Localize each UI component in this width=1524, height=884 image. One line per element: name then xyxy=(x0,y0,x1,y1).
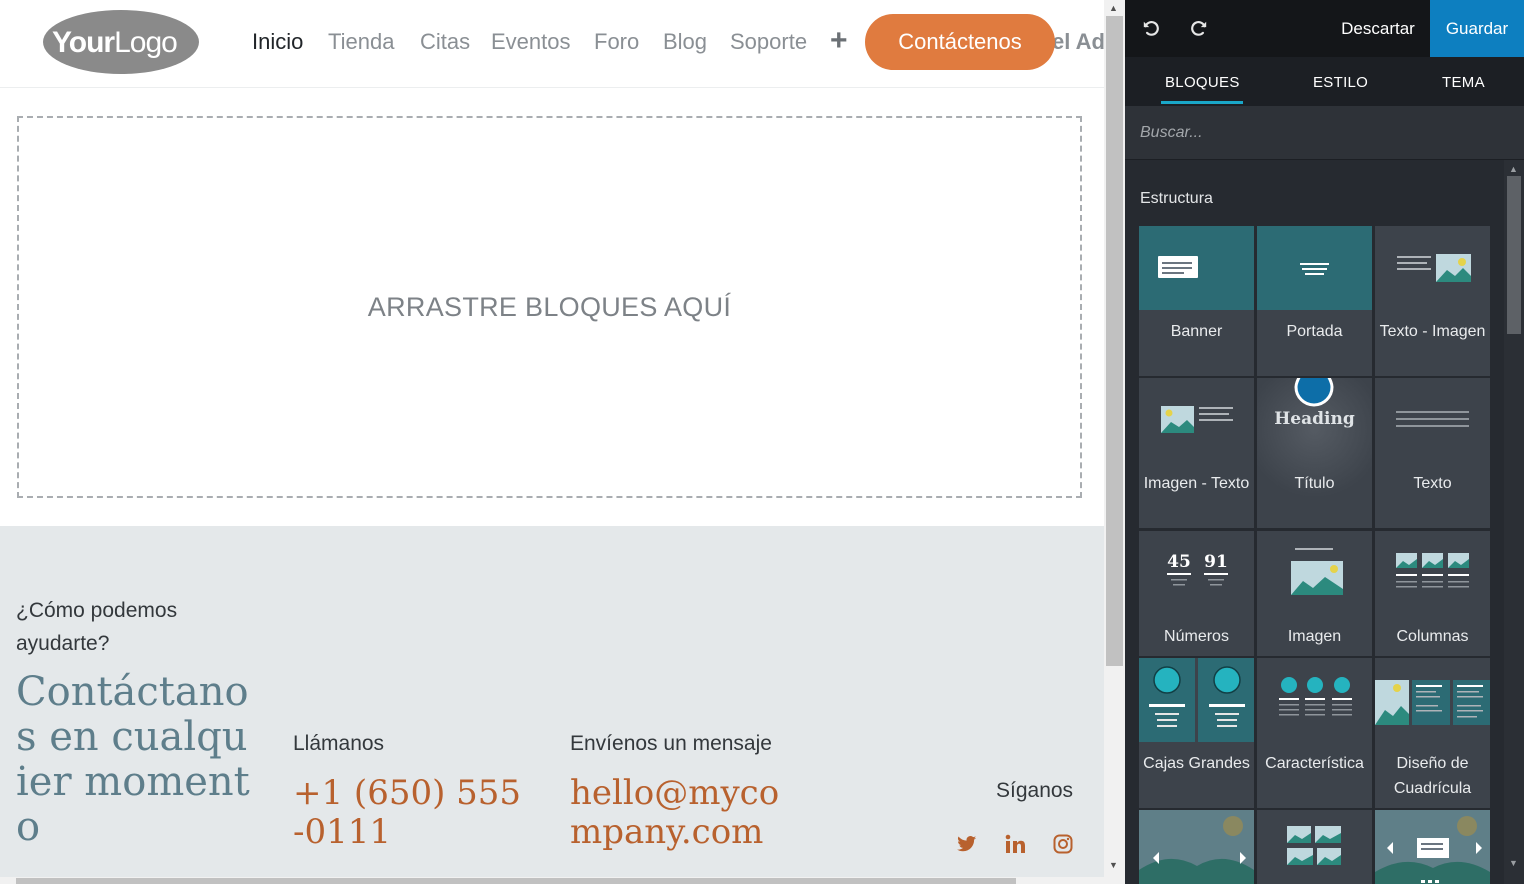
nav-item-soporte[interactable]: Soporte xyxy=(730,28,807,56)
site-scrollbar[interactable]: ▲ ▼ xyxy=(1104,0,1125,884)
block-label: Columnas xyxy=(1396,628,1469,645)
svg-text:YourLogo: YourLogo xyxy=(52,26,177,59)
block-texto[interactable]: Texto xyxy=(1375,378,1490,528)
message-label: Envíenos un mensaje xyxy=(570,732,772,755)
site-scrollbar-thumb[interactable] xyxy=(1106,16,1123,666)
website-preview: YourLogo Inicio Tienda Citas Eventos For… xyxy=(0,0,1104,884)
contact-button[interactable]: Contáctenos xyxy=(865,14,1055,70)
heading-thumb-text: Heading xyxy=(1274,409,1355,429)
caracteristica-thumbnail xyxy=(1279,677,1352,716)
follow-label: Síganos xyxy=(996,779,1074,802)
numbers-thumb-value-2: 91 xyxy=(1204,552,1228,572)
block-label: Banner xyxy=(1170,323,1223,340)
block-label: Portada xyxy=(1286,323,1343,340)
footer-headline: Contáctanos en cualquier momento xyxy=(16,669,250,850)
columnas-thumbnail xyxy=(1396,553,1469,588)
nav-item-citas[interactable]: Citas xyxy=(420,28,470,56)
search-bar xyxy=(1125,106,1524,160)
tab-bloques[interactable]: BLOQUES xyxy=(1165,74,1240,91)
footer-help-text: ¿Cómo podemos ayudarte? xyxy=(16,599,178,655)
block-label: Imagen - Texto xyxy=(1143,475,1250,492)
block-label: Texto - Imagen xyxy=(1379,323,1486,340)
block-diseno-cuadricula[interactable]: Diseño de Cuadrícula xyxy=(1375,658,1490,808)
horizontal-scrollbar[interactable] xyxy=(0,877,1104,884)
block-caracteristica[interactable]: Característica xyxy=(1257,658,1372,808)
block-imagen[interactable]: Imagen xyxy=(1257,531,1372,656)
carousel-texto-thumbnail xyxy=(1375,810,1490,884)
logo[interactable]: YourLogo xyxy=(42,9,200,75)
galeria-thumbnail xyxy=(1287,826,1341,865)
twitter-icon[interactable] xyxy=(955,832,979,856)
block-label: Números xyxy=(1164,628,1229,645)
block-carousel-texto[interactable] xyxy=(1375,810,1490,884)
discard-button[interactable]: Descartar xyxy=(1321,0,1435,57)
tab-estilo[interactable]: ESTILO xyxy=(1313,74,1368,91)
editor-topbar: Descartar Guardar xyxy=(1125,0,1524,57)
carousel-thumbnail xyxy=(1139,810,1254,884)
call-label: Llámanos xyxy=(293,732,385,755)
imagen-thumbnail xyxy=(1291,548,1343,595)
add-menu-item-icon[interactable]: + xyxy=(830,24,848,58)
undo-icon[interactable] xyxy=(1137,14,1165,42)
logo-text-logo: Logo xyxy=(114,26,177,59)
site-header: YourLogo Inicio Tienda Citas Eventos For… xyxy=(0,0,1104,88)
block-banner[interactable]: Banner xyxy=(1139,226,1254,376)
instagram-icon[interactable] xyxy=(1051,832,1075,856)
linkedin-icon[interactable] xyxy=(1003,832,1027,856)
block-columnas[interactable]: Columnas xyxy=(1375,531,1490,656)
redo-icon[interactable] xyxy=(1185,14,1213,42)
block-numeros[interactable]: 45 91 Números xyxy=(1139,531,1254,656)
site-footer: ¿Cómo podemos ayudarte? Contáctanos en c… xyxy=(0,526,1104,884)
drop-zone-label: ARRASTRE BLOQUES AQUÍ xyxy=(367,291,732,322)
nav-item-tienda[interactable]: Tienda xyxy=(328,28,394,56)
block-label: Cajas Grandes xyxy=(1143,755,1250,772)
block-label: Texto xyxy=(1413,475,1452,492)
panel-scroll-down-icon[interactable]: ▼ xyxy=(1509,858,1518,868)
panel-scroll-up-icon[interactable]: ▲ xyxy=(1509,164,1518,174)
block-imagen-texto[interactable]: Imagen - Texto xyxy=(1139,378,1254,528)
block-texto-imagen[interactable]: Texto - Imagen xyxy=(1375,226,1490,376)
save-button[interactable]: Guardar xyxy=(1430,0,1524,57)
block-cajas-grandes[interactable]: Cajas Grandes xyxy=(1139,658,1254,808)
numeros-thumbnail: 45 91 xyxy=(1167,552,1228,586)
numbers-thumb-value-1: 45 xyxy=(1167,552,1191,572)
cajas-grandes-thumbnail xyxy=(1139,658,1254,742)
block-titulo[interactable]: Heading Título xyxy=(1257,378,1372,528)
nav-overflow-text[interactable]: el Ad xyxy=(1052,28,1104,56)
diseno-cuadricula-thumbnail xyxy=(1375,680,1490,725)
block-carousel[interactable] xyxy=(1139,810,1254,884)
texto-imagen-thumbnail xyxy=(1397,254,1471,282)
section-title: Estructura xyxy=(1140,190,1213,207)
portada-thumbnail xyxy=(1257,226,1372,310)
phone-link[interactable]: +1 (650) 555-0111 xyxy=(293,774,523,852)
tab-tema[interactable]: TEMA xyxy=(1442,74,1485,91)
block-portada[interactable]: Portada xyxy=(1257,226,1372,376)
scroll-up-icon[interactable]: ▲ xyxy=(1109,3,1118,13)
scroll-down-icon[interactable]: ▼ xyxy=(1109,860,1118,870)
titulo-thumbnail: Heading xyxy=(1274,378,1355,429)
active-tab-indicator xyxy=(1161,101,1243,104)
imagen-texto-thumbnail xyxy=(1161,406,1233,433)
editor-panel: Descartar Guardar BLOQUES ESTILO TEMA Es… xyxy=(1125,0,1524,884)
logo-text-your: Your xyxy=(52,26,115,59)
block-label: Diseño de Cuadrícula xyxy=(1393,755,1472,797)
nav-item-eventos[interactable]: Eventos xyxy=(491,28,571,56)
search-input[interactable] xyxy=(1125,106,1524,159)
panel-scrollbar-thumb[interactable] xyxy=(1507,176,1521,334)
block-label: Imagen xyxy=(1287,628,1342,645)
email-link[interactable]: hello@mycompany.com xyxy=(570,774,795,852)
editor-tabs: BLOQUES ESTILO TEMA xyxy=(1125,57,1524,106)
nav-item-foro[interactable]: Foro xyxy=(594,28,639,56)
nav-item-inicio[interactable]: Inicio xyxy=(252,28,303,56)
banner-thumbnail xyxy=(1139,226,1254,310)
panel-scrollbar[interactable]: ▲ ▼ xyxy=(1504,160,1524,884)
drop-zone[interactable]: ARRASTRE BLOQUES AQUÍ xyxy=(17,116,1082,498)
texto-thumbnail xyxy=(1396,411,1469,427)
nav-item-blog[interactable]: Blog xyxy=(663,28,707,56)
block-label: Característica xyxy=(1265,755,1364,772)
block-label: Título xyxy=(1294,475,1335,492)
block-galeria[interactable] xyxy=(1257,810,1372,884)
